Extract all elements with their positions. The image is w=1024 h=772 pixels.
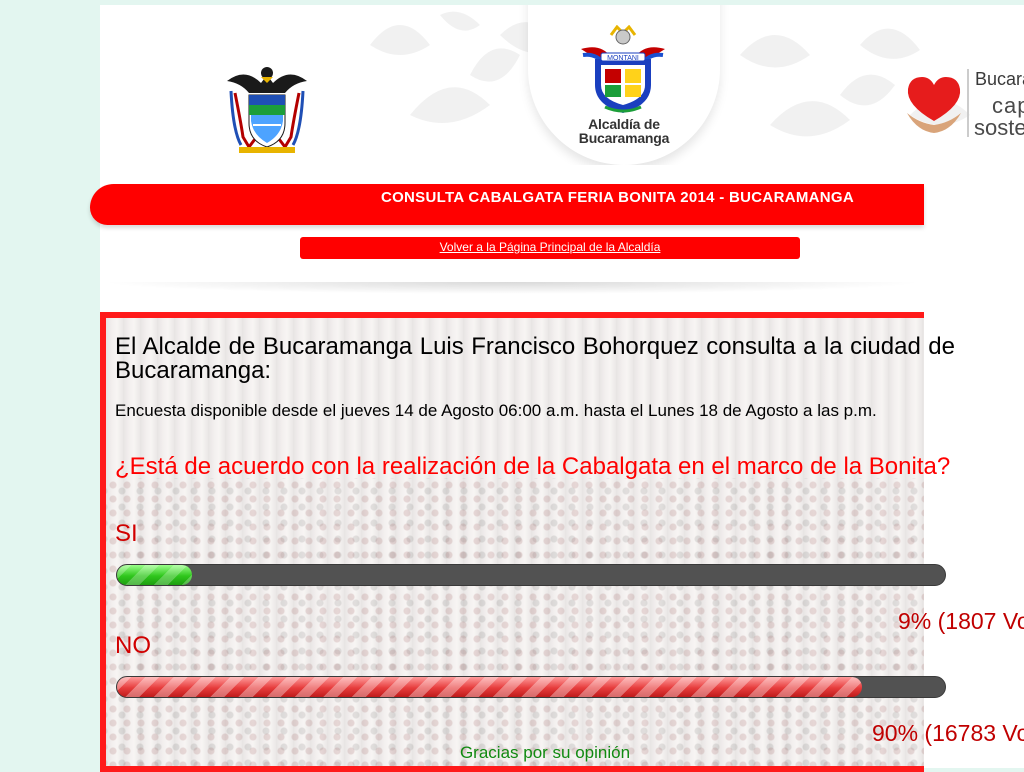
capital-logo-separator	[967, 69, 969, 137]
header: MONTANI Alcaldía de Bucaramanga Bucara c…	[100, 5, 1024, 165]
option-no-bar	[116, 676, 946, 698]
option-yes-label: SI	[115, 520, 138, 547]
option-yes-bar	[116, 564, 946, 586]
poll-availability-text: Encuesta disponible desde el jueves 14 d…	[115, 401, 877, 420]
alcaldia-line-2: Bucaramanga	[578, 130, 670, 146]
option-yes-bar-fill	[117, 565, 192, 585]
crowd-texture	[106, 478, 924, 766]
colombia-coat-of-arms-icon	[227, 67, 307, 153]
poll-question: ¿Está de acuerdo con la realización de l…	[115, 453, 951, 480]
shield-banner-text: MONTANI	[607, 55, 639, 62]
option-no-bar-fill	[117, 677, 862, 697]
capital-logo-line-1: Bucara	[975, 69, 1024, 89]
capital-logo-line-3: soste	[974, 115, 1024, 140]
back-to-main-page-link[interactable]: Volver a la Página Principal de la Alcal…	[300, 240, 800, 254]
heart-hands-icon	[907, 77, 961, 133]
header-divider	[100, 282, 924, 294]
page-title: CONSULTA CABALGATA FERIA BONITA 2014 - B…	[380, 189, 854, 206]
option-yes-result: 9% (1807 Vo	[898, 608, 1024, 634]
alcaldia-line-1: Alcaldía de	[588, 116, 660, 132]
option-no-result: 90% (16783 Vo	[872, 720, 1024, 746]
thanks-message: Gracias por su opinión	[459, 743, 631, 762]
alcaldia-logo-text: Alcaldía de Bucaramanga	[540, 117, 708, 145]
bucaramanga-shield-icon: MONTANI	[581, 25, 665, 113]
poll-intro-text: El Alcalde de Bucaramanga Luis Francisco…	[115, 333, 955, 384]
option-no-label: NO	[115, 632, 151, 659]
